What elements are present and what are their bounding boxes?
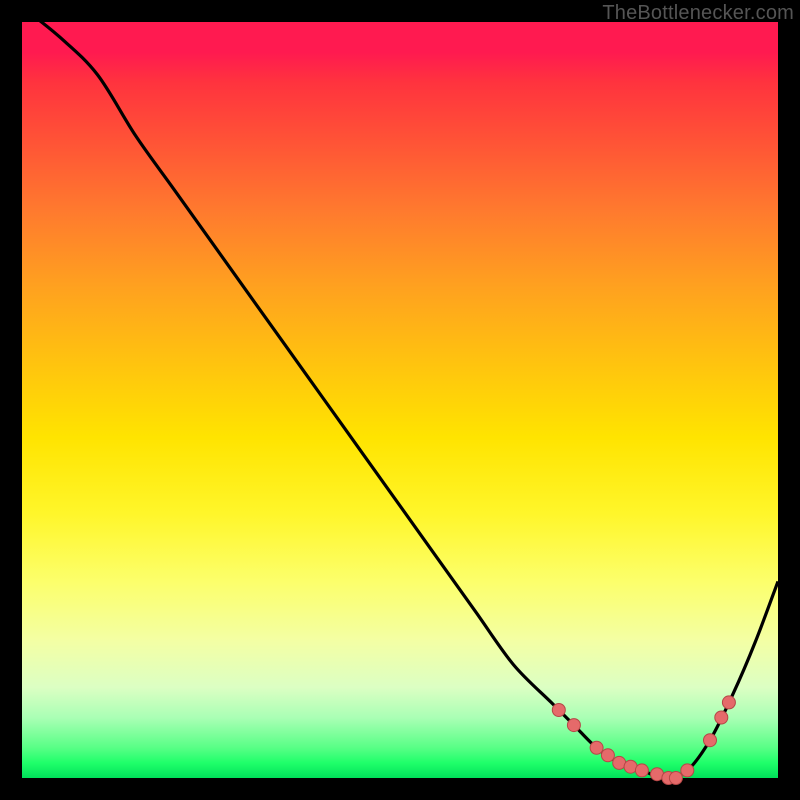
bottleneck-curve — [22, 22, 778, 778]
data-marker — [635, 764, 648, 777]
data-marker — [567, 719, 580, 732]
data-marker — [704, 734, 717, 747]
data-marker — [681, 764, 694, 777]
data-marker — [669, 772, 682, 785]
data-marker — [722, 696, 735, 709]
curve-path — [22, 7, 778, 778]
plot-area — [22, 22, 778, 778]
data-marker — [715, 711, 728, 724]
marker-group — [552, 696, 735, 785]
chart-frame: TheBottlenecker.com — [0, 0, 800, 800]
data-marker — [590, 741, 603, 754]
data-marker — [601, 749, 614, 762]
data-marker — [552, 704, 565, 717]
attribution-label: TheBottlenecker.com — [602, 2, 794, 25]
